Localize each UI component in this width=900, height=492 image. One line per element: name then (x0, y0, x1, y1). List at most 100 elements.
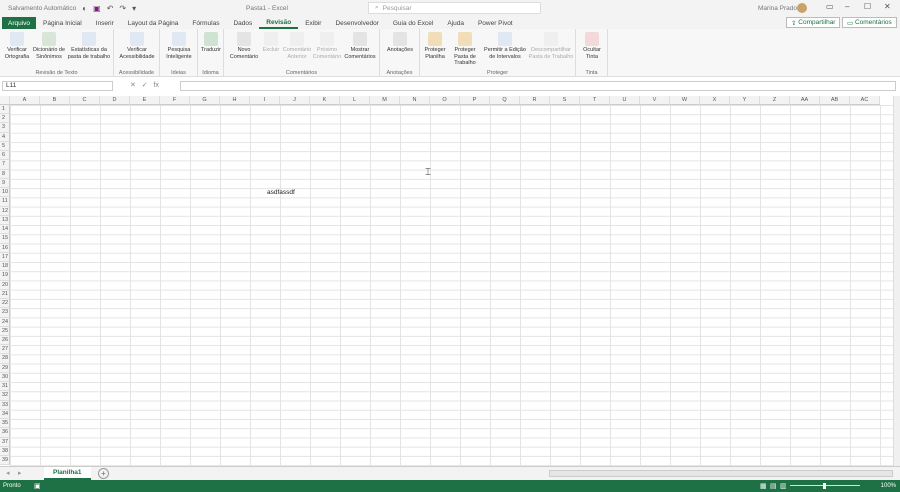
translate-button[interactable]: Traduzir (200, 32, 222, 54)
row-header[interactable]: 30 (0, 372, 10, 383)
name-box[interactable]: L11 (2, 81, 113, 91)
column-header[interactable]: P (460, 96, 490, 105)
column-header[interactable]: L (340, 96, 370, 105)
previous-comment-button[interactable]: Comentário Anterior (282, 32, 312, 60)
fx-icon[interactable]: fx (153, 82, 158, 89)
tab-inserir[interactable]: Inserir (89, 17, 121, 29)
row-header[interactable]: 21 (0, 289, 10, 300)
close-icon[interactable]: ✕ (884, 2, 891, 11)
row-header[interactable]: 35 (0, 419, 10, 429)
sheet-tab-planilha1[interactable]: Planilha1 (44, 467, 91, 480)
hide-ink-button[interactable]: Ocultar Tinta (579, 32, 605, 60)
page-layout-view-icon[interactable]: ▤ (770, 482, 777, 490)
row-header[interactable]: 36 (0, 428, 10, 438)
row-header[interactable]: 32 (0, 391, 10, 401)
column-header[interactable]: A (10, 96, 40, 105)
cancel-icon[interactable]: ✕ (130, 82, 136, 89)
row-header[interactable]: 9 (0, 178, 10, 189)
row-header[interactable]: 33 (0, 400, 10, 410)
spelling-button[interactable]: Verificar Ortografia (2, 32, 32, 60)
tab-formulas[interactable]: Fórmulas (185, 17, 226, 29)
zoom-level[interactable]: 100% (881, 483, 896, 489)
row-header[interactable]: 18 (0, 262, 10, 272)
normal-view-icon[interactable]: ▦ (760, 482, 767, 490)
row-header[interactable]: 31 (0, 382, 10, 392)
row-header[interactable]: 29 (0, 363, 10, 373)
enter-icon[interactable]: ✓ (142, 82, 148, 89)
notes-button[interactable]: Anotações (383, 32, 417, 54)
allow-edit-ranges-button[interactable]: Permitir a Edição de Intervalos (482, 32, 528, 60)
zoom-slider-handle[interactable] (823, 483, 826, 489)
tab-revisao[interactable]: Revisão (259, 17, 299, 29)
column-header[interactable]: Q (490, 96, 520, 105)
row-header[interactable]: 4 (0, 132, 10, 142)
row-header[interactable]: 15 (0, 234, 10, 244)
smart-lookup-button[interactable]: Pesquisa Inteligente (162, 32, 196, 60)
row-header[interactable]: 14 (0, 225, 10, 235)
autosave-label[interactable]: Salvamento Automático (8, 5, 76, 12)
row-header[interactable]: 38 (0, 446, 10, 457)
row-header[interactable]: 5 (0, 141, 10, 152)
column-header[interactable]: M (370, 96, 400, 105)
row-header[interactable]: 34 (0, 409, 10, 420)
page-break-view-icon[interactable]: ▥ (780, 482, 787, 490)
column-header[interactable]: N (400, 96, 430, 105)
row-header[interactable]: 19 (0, 271, 10, 281)
row-header[interactable]: 8 (0, 169, 10, 179)
row-header[interactable]: 11 (0, 197, 10, 207)
column-header[interactable]: T (580, 96, 610, 105)
row-header[interactable]: 28 (0, 354, 10, 364)
protect-workbook-button[interactable]: Proteger Pasta de Trabalho (448, 32, 482, 67)
select-all-corner[interactable] (0, 96, 10, 105)
column-header[interactable]: K (310, 96, 340, 105)
add-sheet-icon[interactable]: + (98, 468, 109, 479)
next-sheet-icon[interactable]: ▸ (18, 469, 22, 477)
row-header[interactable]: 39 (0, 456, 10, 466)
ribbon-display-icon[interactable]: ▭ (826, 2, 834, 11)
row-header[interactable]: 2 (0, 114, 10, 124)
user-name[interactable]: Marina Prado (758, 5, 797, 12)
row-header[interactable]: 22 (0, 299, 10, 309)
row-header[interactable]: 16 (0, 243, 10, 253)
column-header[interactable]: W (670, 96, 700, 105)
column-header[interactable]: X (700, 96, 730, 105)
next-comment-button[interactable]: Próximo Comentário (312, 32, 342, 60)
cell-j10[interactable]: asdfassdf (267, 189, 295, 196)
column-header[interactable]: U (610, 96, 640, 105)
row-header[interactable]: 7 (0, 160, 10, 170)
workbook-statistics-button[interactable]: Estatísticas da pasta de trabalho (66, 32, 112, 60)
undo-icon[interactable]: ↶ (107, 4, 114, 13)
column-header[interactable]: Y (730, 96, 760, 105)
column-header[interactable]: J (280, 96, 310, 105)
grid-cells[interactable] (10, 105, 893, 466)
row-header[interactable]: 17 (0, 252, 10, 263)
column-header[interactable]: C (70, 96, 100, 105)
row-header[interactable]: 26 (0, 336, 10, 346)
new-comment-button[interactable]: Novo Comentário (228, 32, 260, 60)
row-header[interactable]: 13 (0, 215, 10, 226)
maximize-icon[interactable]: ☐ (864, 2, 871, 11)
protect-sheet-button[interactable]: Proteger Planilha (422, 32, 448, 60)
tab-pagina-inicial[interactable]: Página Inicial (36, 17, 89, 29)
tab-power-pivot[interactable]: Power Pivot (471, 17, 520, 29)
row-header[interactable]: 23 (0, 308, 10, 318)
prev-sheet-icon[interactable]: ◂ (6, 469, 10, 477)
column-header[interactable]: AB (820, 96, 850, 105)
column-header[interactable]: O (430, 96, 460, 105)
column-header[interactable]: AA (790, 96, 820, 105)
show-comments-button[interactable]: Mostrar Comentários (342, 32, 378, 60)
autosave-toggle-icon[interactable]: ◐ (82, 4, 87, 13)
column-header[interactable]: B (40, 96, 70, 105)
tab-ajuda[interactable]: Ajuda (440, 17, 471, 29)
redo-icon[interactable]: ↷ (119, 4, 126, 13)
column-header[interactable]: G (190, 96, 220, 105)
row-header[interactable]: 24 (0, 317, 10, 327)
check-accessibility-button[interactable]: Verificar Acessibilidade (117, 32, 157, 60)
row-header[interactable]: 12 (0, 206, 10, 216)
column-header[interactable]: S (550, 96, 580, 105)
column-header[interactable]: E (130, 96, 160, 105)
row-header[interactable]: 6 (0, 151, 10, 161)
row-header[interactable]: 20 (0, 280, 10, 290)
save-icon[interactable]: ▣ (93, 4, 101, 13)
avatar[interactable] (797, 3, 807, 13)
